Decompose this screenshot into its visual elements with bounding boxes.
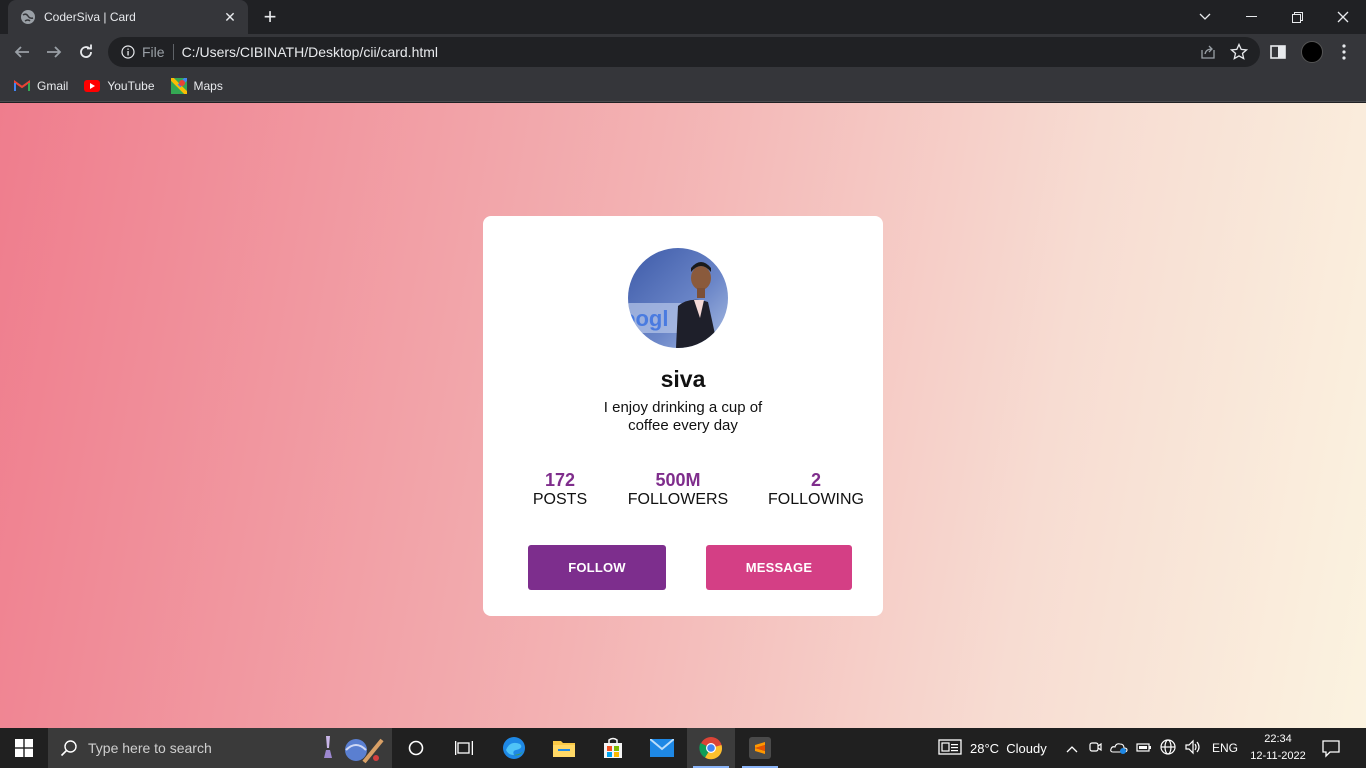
message-button[interactable]: MESSAGE [706,545,852,590]
stat-value: 2 [810,470,821,490]
tab-search-chevron-icon[interactable] [1182,0,1228,34]
task-view-icon[interactable] [440,728,488,768]
bookmark-label: YouTube [107,78,155,93]
new-tab-button[interactable]: + [258,6,282,30]
gmail-icon [14,78,30,94]
bookmark-gmail[interactable]: Gmail [14,78,68,94]
restore-window-button[interactable] [1274,0,1320,34]
globe-icon [20,9,36,25]
page-viewport: oogl siva I enjoy drinking a cup of coff… [0,103,1366,728]
clock-date: 12-11-2022 [1250,750,1306,762]
browser-tab-strip: CoderSiva | Card ✕ + [0,0,1366,34]
stat-followers: 500M FOLLOWERS [623,470,733,510]
side-panel-icon[interactable] [1268,42,1288,62]
bookmark-star-icon[interactable] [1229,42,1249,61]
follow-button[interactable]: FOLLOW [528,545,666,590]
tab-title: CoderSiva | Card [44,10,136,24]
address-bar[interactable]: File C:/Users/CIBINATH/Desktop/cii/card.… [108,37,1260,67]
forward-arrow-icon[interactable] [40,38,68,66]
stat-label: FOLLOWERS [627,491,729,508]
taskbar-search-placeholder: Type here to search [88,740,212,756]
stat-label: FOLLOWING [767,491,864,508]
profile-bio-line: coffee every day [628,417,738,434]
svg-text:oogl: oogl [628,306,668,331]
profile-name: siva [660,366,706,392]
stat-posts: 172 POSTS [525,470,595,510]
stat-following: 2 FOLLOWING [763,470,869,510]
meet-now-icon[interactable] [1088,740,1102,757]
bookmarks-bar: Gmail YouTube Maps [0,70,1366,102]
address-url[interactable]: C:/Users/CIBINATH/Desktop/cii/card.html [182,44,438,60]
share-icon[interactable] [1200,44,1216,60]
file-explorer-icon[interactable] [540,728,588,768]
maps-icon [170,77,187,94]
clock-time: 22:34 [1264,733,1292,745]
language-indicator[interactable]: ENG [1212,741,1238,755]
windows-taskbar: Type here to search 28°C Cloudy ENG 22:3… [0,728,1366,768]
menu-kebab-icon[interactable] [1336,42,1352,62]
stat-value: 500M [655,470,701,490]
network-globe-icon[interactable] [1160,738,1176,758]
browser-tab-active[interactable]: CoderSiva | Card ✕ [8,0,248,34]
profile-avatar-photo: oogl [628,248,728,348]
youtube-icon [84,78,101,94]
profile-avatar[interactable] [1301,41,1323,63]
volume-icon[interactable] [1184,739,1202,758]
cortana-icon[interactable] [392,728,440,768]
system-clock[interactable]: 22:34 12-11-2022 [1250,731,1306,765]
minimize-window-button[interactable] [1228,0,1274,34]
bookmark-label: Maps [193,78,223,93]
sublime-text-icon[interactable] [736,728,784,768]
back-arrow-icon[interactable] [8,38,36,66]
taskbar-search-box[interactable]: Type here to search [48,728,392,768]
close-window-button[interactable] [1320,0,1366,34]
weather-text: 28°C Cloudy [970,740,1047,756]
profile-card: oogl siva I enjoy drinking a cup of coff… [483,216,883,616]
weather-icon [938,738,962,758]
weather-widget[interactable]: 28°C Cloudy [938,728,1047,768]
address-scheme: File [142,44,165,60]
profile-bio: I enjoy drinking a cup of coffee every d… [583,399,783,435]
microsoft-store-icon[interactable] [589,728,637,768]
chevron-up-icon[interactable] [1066,741,1078,756]
search-highlight-cricket-icon [316,732,386,764]
onedrive-icon[interactable] [1110,740,1128,757]
chrome-icon[interactable] [687,728,735,768]
bookmark-youtube[interactable]: YouTube [84,78,155,94]
stat-label: POSTS [532,491,588,508]
search-icon [60,739,78,757]
mail-icon[interactable] [638,728,686,768]
close-tab-icon[interactable]: ✕ [222,9,238,25]
bookmark-label: Gmail [37,78,69,93]
notification-center-icon[interactable] [1320,738,1342,758]
bookmark-maps[interactable]: Maps [170,77,223,94]
edge-browser-icon[interactable] [490,728,538,768]
windows-start-icon[interactable] [0,728,48,768]
info-icon[interactable] [120,44,136,60]
battery-icon[interactable] [1136,741,1152,756]
system-tray-icons: ENG [1066,728,1238,768]
reload-icon[interactable] [72,38,100,66]
browser-toolbar: File C:/Users/CIBINATH/Desktop/cii/card.… [0,34,1366,70]
address-separator [172,44,174,60]
stat-value: 172 [544,470,576,490]
profile-bio-line: I enjoy drinking a cup of [603,399,763,416]
